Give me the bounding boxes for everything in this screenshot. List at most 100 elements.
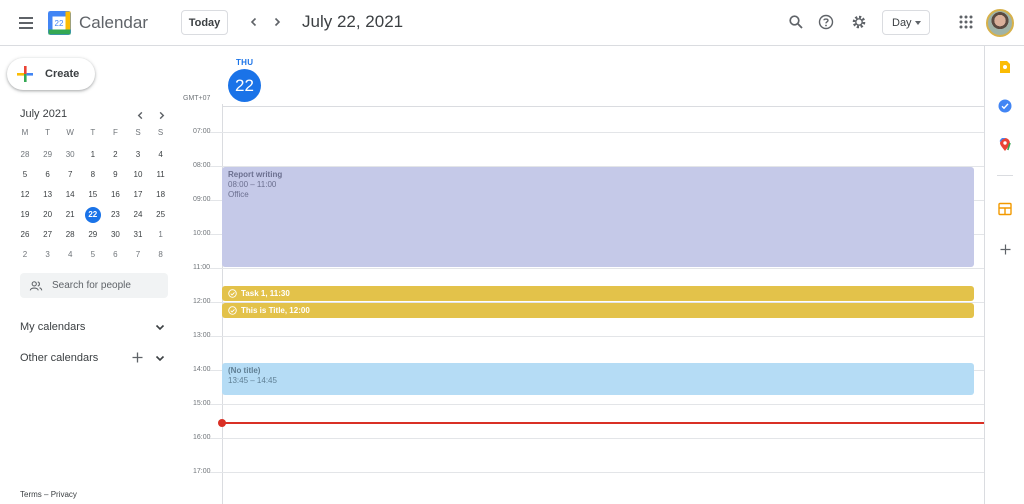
next-day-button[interactable] [268,13,286,31]
mini-calendar-day[interactable]: 20 [40,207,56,223]
mini-calendar-day[interactable]: 5 [85,247,101,263]
mini-calendar-day[interactable]: 2 [107,147,123,163]
maps-button[interactable] [997,137,1013,153]
mini-calendar-day[interactable]: 2 [17,247,33,263]
mini-calendar-day[interactable]: 4 [153,147,169,163]
mini-calendar-weekday: T [90,128,96,137]
hour-line [210,438,984,439]
mini-calendar-next-button[interactable] [154,108,168,122]
terms-link[interactable]: Terms [20,490,42,499]
event-title: This is Title, 12:00 [241,306,310,315]
other-calendars-expand-button[interactable] [153,351,167,365]
mini-calendar-day[interactable]: 8 [153,247,169,263]
mini-calendar-weekday: M [21,128,29,137]
mini-calendar-day[interactable]: 7 [130,247,146,263]
mini-calendar-day[interactable]: 14 [62,187,78,203]
mini-calendar-day[interactable]: 13 [40,187,56,203]
mini-calendar-day[interactable]: 9 [107,167,123,183]
hour-label: 15:00 [193,400,211,407]
mini-calendar-day[interactable]: 31 [130,227,146,243]
help-button[interactable] [816,12,836,32]
footer-separator: – [44,490,49,499]
mini-calendar-day[interactable]: 25 [153,207,169,223]
mini-calendar-day[interactable]: 16 [107,187,123,203]
mini-calendar-day[interactable]: 26 [17,227,33,243]
mini-calendar-day[interactable]: 29 [85,227,101,243]
mini-calendar-day[interactable]: 12 [17,187,33,203]
today-button[interactable]: Today [181,10,228,35]
side-panel-divider [997,175,1013,176]
hour-line [210,404,984,405]
mini-calendar-day[interactable]: 8 [85,167,101,183]
mini-calendar-day[interactable]: 17 [130,187,146,203]
tasks-button[interactable] [997,98,1013,114]
hour-label: 07:00 [193,128,211,135]
current-time-dot [218,419,226,427]
grid-header-border [222,106,984,107]
mini-calendar-day[interactable]: 30 [62,147,78,163]
event-title: (No title) [228,366,261,375]
search-people-field[interactable]: Search for people [20,273,168,298]
mini-calendar-day[interactable]: 27 [40,227,56,243]
task-event[interactable]: This is Title, 12:00 [222,303,974,318]
add-other-calendar-button[interactable] [130,350,144,364]
mini-calendar-day[interactable]: 22 [84,207,101,223]
mini-calendar-day[interactable]: 4 [62,247,78,263]
mini-calendar-day[interactable]: 11 [153,167,169,183]
mini-calendar-day[interactable]: 29 [40,147,56,163]
hour-label: 13:00 [193,332,211,339]
app-title: Calendar [79,13,148,32]
apps-button[interactable] [956,12,976,32]
main-menu-icon[interactable] [14,11,38,35]
mini-calendar-day[interactable]: 24 [130,207,146,223]
mini-calendar-day[interactable]: 3 [130,147,146,163]
mini-calendar-day[interactable]: 5 [17,167,33,183]
help-icon [818,14,834,30]
privacy-link[interactable]: Privacy [51,490,77,499]
mini-calendar-day[interactable]: 6 [40,167,56,183]
hour-label: 10:00 [193,230,211,237]
hour-line [210,472,984,473]
keep-button[interactable] [997,59,1013,75]
extension-button[interactable] [997,201,1013,217]
mini-calendar-day[interactable]: 18 [153,187,169,203]
other-calendars-toggle[interactable]: Other calendars [20,352,98,364]
get-add-ons-button[interactable] [997,241,1013,257]
mini-calendar-day[interactable]: 1 [153,227,169,243]
current-date-title: July 22, 2021 [302,12,404,31]
hour-label: 09:00 [193,196,211,203]
view-select[interactable]: Day [882,10,930,35]
event-report-writing[interactable]: Report writing 08:00 – 11:00 Office [222,167,974,267]
mini-calendar-day[interactable]: 28 [17,147,33,163]
my-calendars-toggle[interactable]: My calendars [20,321,85,333]
plus-icon [17,66,33,82]
mini-calendar-day[interactable]: 28 [62,227,78,243]
mini-calendar-day[interactable]: 21 [62,207,78,223]
mini-calendar-day[interactable]: 3 [40,247,56,263]
previous-day-button[interactable] [245,13,263,31]
day-header-date[interactable]: 22 [228,69,261,102]
mini-calendar-day[interactable]: 10 [130,167,146,183]
mini-calendar-weekday: S [135,128,141,137]
account-avatar[interactable] [986,9,1014,37]
map-pin-icon [999,138,1011,151]
mini-calendar-day[interactable]: 30 [107,227,123,243]
plus-icon [1000,244,1010,254]
search-button[interactable] [786,12,806,32]
mini-calendar-day[interactable]: 23 [107,207,123,223]
mini-calendar-day[interactable]: 15 [85,187,101,203]
event-no-title[interactable]: (No title) 13:45 – 14:45 [222,363,974,395]
mini-calendar-day[interactable]: 6 [107,247,123,263]
gear-icon [852,15,866,29]
mini-calendar-prev-button[interactable] [133,108,147,122]
my-calendars-expand-button[interactable] [153,320,167,334]
mini-calendar-day[interactable]: 19 [17,207,33,223]
search-icon [789,15,803,29]
mini-calendar-day[interactable]: 1 [85,147,101,163]
create-button[interactable]: Create [7,58,95,90]
mini-calendar-day[interactable]: 7 [62,167,78,183]
settings-button[interactable] [849,12,869,32]
mini-calendar-weekday: T [45,128,51,137]
task-event[interactable]: Task 1, 11:30 [222,286,974,301]
hour-label: 08:00 [193,162,211,169]
